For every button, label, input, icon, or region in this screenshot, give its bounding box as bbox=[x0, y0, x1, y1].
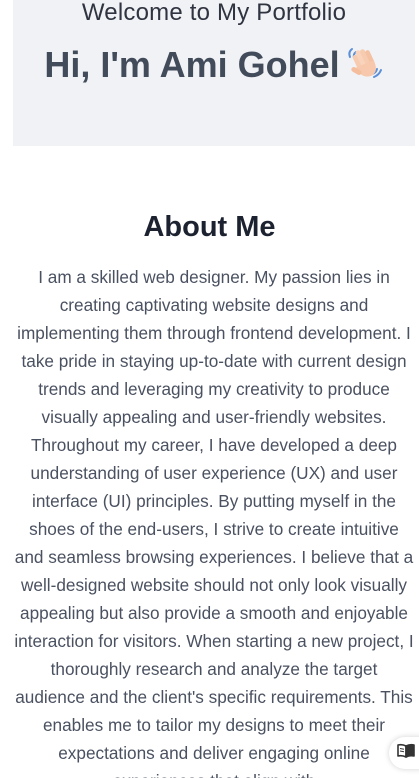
about-paragraph: I am a skilled web designer. My passion … bbox=[14, 267, 414, 778]
reader-mode-icon bbox=[397, 743, 415, 764]
hero-subtitle: Welcome to My Portfolio bbox=[81, 0, 347, 26]
reader-mode-button[interactable] bbox=[389, 737, 419, 769]
hero-section: Welcome to My Portfolio Hi, I'm Ami Gohe… bbox=[13, 0, 415, 146]
about-heading: About Me bbox=[143, 211, 276, 243]
hero-title-row: Hi, I'm Ami Gohel bbox=[13, 44, 415, 86]
portfolio-page: Welcome to My Portfolio Hi, I'm Ami Gohe… bbox=[0, 0, 419, 778]
hero-title: Hi, I'm Ami Gohel bbox=[44, 44, 340, 85]
waving-hand-icon bbox=[346, 45, 384, 81]
